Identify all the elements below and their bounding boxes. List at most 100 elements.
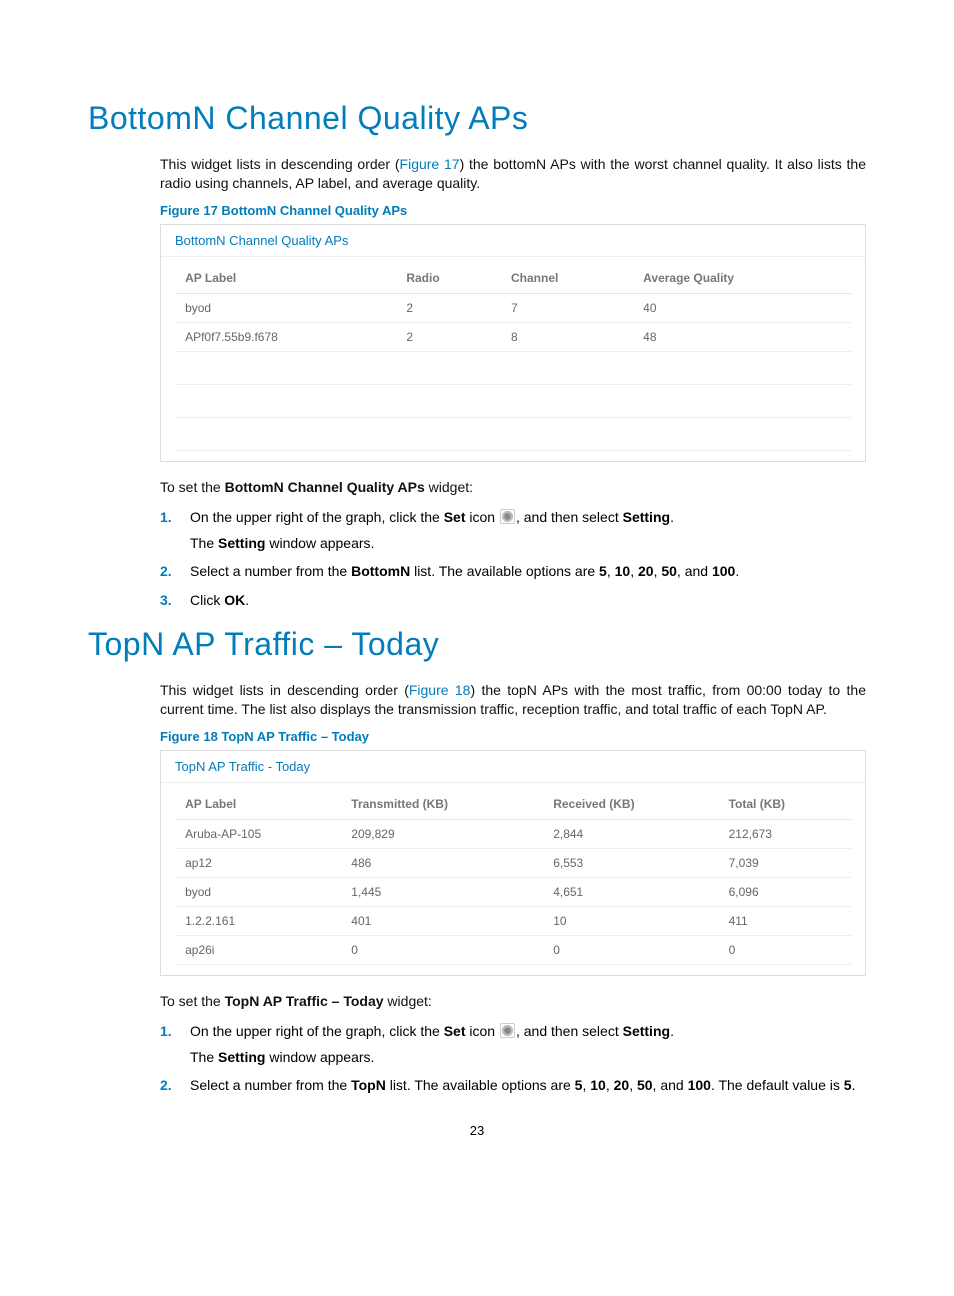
bold-text: 100	[688, 1077, 711, 1093]
figure-18-caption: Figure 18 TopN AP Traffic – Today	[160, 729, 866, 744]
cell: 10	[543, 906, 718, 935]
text: The	[190, 1049, 218, 1065]
cell: 401	[341, 906, 543, 935]
table-row-empty: .	[175, 351, 851, 384]
text: .	[245, 592, 249, 608]
text: .	[670, 1023, 674, 1039]
intro-text: This widget lists in descending order (	[160, 682, 409, 698]
step-text: Select a number from the BottomN list. T…	[190, 563, 739, 579]
table-row: 1.2.2.161 401 10 411	[175, 906, 851, 935]
intro-paragraph-2: This widget lists in descending order (F…	[160, 681, 866, 719]
step-text: On the upper right of the graph, click t…	[190, 1023, 674, 1039]
col-radio: Radio	[396, 263, 501, 294]
text: . The default value is	[711, 1077, 844, 1093]
text: ,	[629, 1077, 637, 1093]
cell: 6,096	[719, 877, 851, 906]
cell: Aruba-AP-105	[175, 819, 341, 848]
step-subtext: The Setting window appears.	[190, 1047, 866, 1067]
bold-text: Setting	[623, 509, 670, 525]
bold-text: Set	[444, 509, 466, 525]
cell: 411	[719, 906, 851, 935]
bold-text: 20	[614, 1077, 630, 1093]
text: , and then select	[516, 509, 623, 525]
text: Select a number from the	[190, 563, 351, 579]
cell: ap12	[175, 848, 341, 877]
page-number: 23	[88, 1123, 866, 1138]
cell: ap26i	[175, 935, 341, 964]
text: , and	[677, 563, 712, 579]
text: widget:	[384, 993, 432, 1009]
topn-table: AP Label Transmitted (KB) Received (KB) …	[175, 789, 851, 965]
text: .	[670, 509, 674, 525]
bold-text: 50	[661, 563, 677, 579]
text: , and then select	[516, 1023, 623, 1039]
step-number: 2.	[160, 1075, 172, 1095]
bold-text: Set	[444, 1023, 466, 1039]
cell: 0	[719, 935, 851, 964]
cell: 7	[501, 293, 633, 322]
cell: 0	[543, 935, 718, 964]
cell: 7,039	[719, 848, 851, 877]
text: icon	[466, 509, 499, 525]
bold-text: 10	[615, 563, 631, 579]
text: Click	[190, 592, 224, 608]
table-row-empty: .	[175, 384, 851, 417]
bold-text: TopN	[351, 1077, 386, 1093]
cell: APf0f7.55b9.f678	[175, 322, 396, 351]
step-item: 2. Select a number from the TopN list. T…	[160, 1075, 866, 1095]
cell: 212,673	[719, 819, 851, 848]
preset-line-1: To set the BottomN Channel Quality APs w…	[160, 478, 866, 497]
section-title-bottomn: BottomN Channel Quality APs	[88, 100, 866, 137]
text: ,	[630, 563, 638, 579]
bold-text: 100	[712, 563, 735, 579]
step-item: 1. On the upper right of the graph, clic…	[160, 507, 866, 554]
table-row: byod 2 7 40	[175, 293, 851, 322]
text: Select a number from the	[190, 1077, 351, 1093]
step-item: 2. Select a number from the BottomN list…	[160, 561, 866, 581]
text: On the upper right of the graph, click t…	[190, 509, 444, 525]
table-header-row: AP Label Radio Channel Average Quality	[175, 263, 851, 294]
step-text: Select a number from the TopN list. The …	[190, 1077, 855, 1093]
text: ,	[607, 563, 615, 579]
table-row: APf0f7.55b9.f678 2 8 48	[175, 322, 851, 351]
step-text: Click OK.	[190, 592, 249, 608]
text: widget:	[425, 479, 473, 495]
col-transmitted: Transmitted (KB)	[341, 789, 543, 820]
step-item: 3. Click OK.	[160, 590, 866, 610]
widget-topn-ap-traffic: TopN AP Traffic - Today AP Label Transmi…	[160, 750, 866, 976]
step-number: 1.	[160, 507, 172, 527]
gear-icon	[500, 1023, 515, 1038]
cell: 209,829	[341, 819, 543, 848]
text: To set the	[160, 479, 225, 495]
text: list. The available options are	[386, 1077, 575, 1093]
intro-paragraph-1: This widget lists in descending order (F…	[160, 155, 866, 193]
cell: 0	[341, 935, 543, 964]
bold-text: 10	[590, 1077, 606, 1093]
cell: 4,651	[543, 877, 718, 906]
text: To set the	[160, 993, 225, 1009]
col-channel: Channel	[501, 263, 633, 294]
text: The	[190, 535, 218, 551]
step-number: 3.	[160, 590, 172, 610]
section-title-topn: TopN AP Traffic – Today	[88, 626, 866, 663]
cell: 6,553	[543, 848, 718, 877]
col-total: Total (KB)	[719, 789, 851, 820]
text: .	[852, 1077, 856, 1093]
text: .	[735, 563, 739, 579]
table-row: ap26i 0 0 0	[175, 935, 851, 964]
step-item: 1. On the upper right of the graph, clic…	[160, 1021, 866, 1068]
figure-18-link[interactable]: Figure 18	[409, 682, 471, 698]
bold-text: 5	[599, 563, 607, 579]
cell: 486	[341, 848, 543, 877]
cell: 2	[396, 293, 501, 322]
table-header-row: AP Label Transmitted (KB) Received (KB) …	[175, 789, 851, 820]
cell: byod	[175, 293, 396, 322]
table-row: ap12 486 6,553 7,039	[175, 848, 851, 877]
text: list. The available options are	[410, 563, 599, 579]
bold-text: BottomN Channel Quality APs	[225, 479, 425, 495]
cell: 2	[396, 322, 501, 351]
figure-17-link[interactable]: Figure 17	[400, 156, 460, 172]
text: On the upper right of the graph, click t…	[190, 1023, 444, 1039]
widget-bottomn-channel-quality: BottomN Channel Quality APs AP Label Rad…	[160, 224, 866, 462]
table-row: byod 1,445 4,651 6,096	[175, 877, 851, 906]
